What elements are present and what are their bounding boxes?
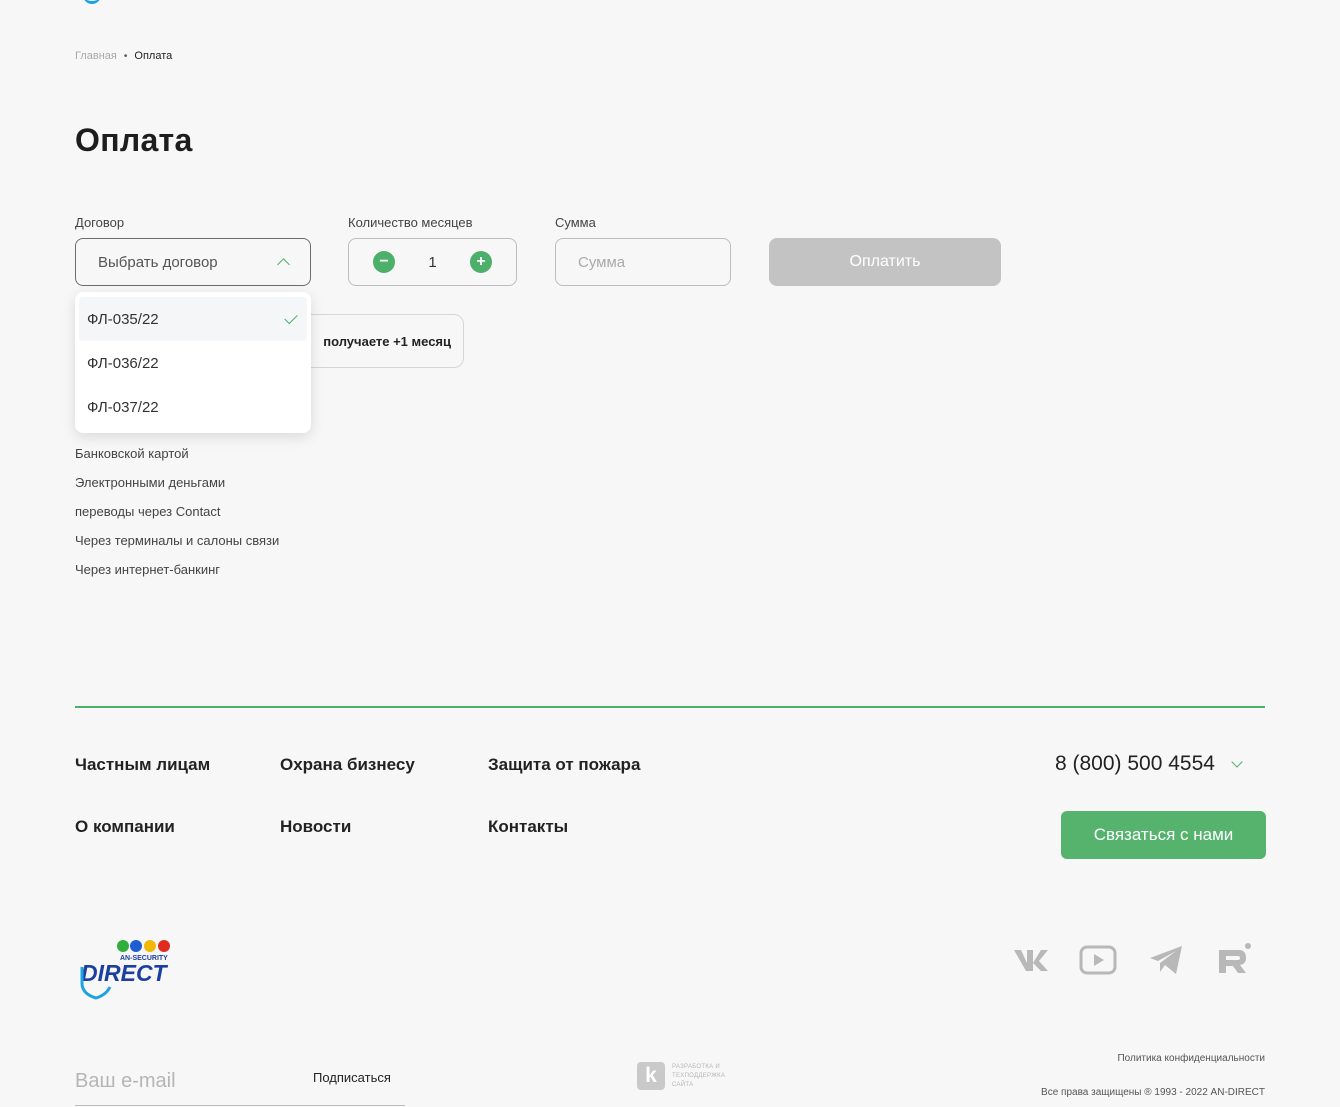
contact-us-button[interactable]: Связаться с нами — [1061, 811, 1266, 859]
rutube-icon[interactable] — [1215, 941, 1253, 979]
developer-text-line: САЙТА — [672, 1081, 694, 1088]
developer-text: РАЗРАБОТКА И ТЕХПОДДЕРЖКА САЙТА — [672, 1063, 736, 1090]
phone-number[interactable]: 8 (800) 500 4554 — [1055, 752, 1243, 776]
dropdown-option-label: ФЛ-035/22 — [87, 310, 159, 328]
pay-button[interactable]: Оплатить — [769, 238, 1001, 286]
dropdown-option[interactable]: ФЛ-036/22 — [79, 341, 307, 385]
dropdown-option[interactable]: ФЛ-035/22 — [79, 297, 307, 341]
copyright-text: Все права защищены ® 1993 - 2022 AN-DIRE… — [1041, 1087, 1265, 1098]
phone-number-text: 8 (800) 500 4554 — [1055, 752, 1215, 775]
telegram-icon[interactable] — [1147, 941, 1185, 979]
payment-method-item[interactable]: Электронными деньгами — [75, 473, 279, 502]
dropdown-option-label: ФЛ-036/22 — [87, 354, 159, 372]
sum-label: Сумма — [555, 215, 596, 230]
header-logo-fragment[interactable] — [83, 0, 101, 4]
developer-text-line: ТЕХПОДДЕРЖКА — [672, 1072, 726, 1079]
footer-nav-private[interactable]: Частным лицам — [75, 755, 210, 775]
footer-nav-about[interactable]: О компании — [75, 817, 175, 837]
payment-methods-list: Банковской картой Электронными деньгами … — [75, 444, 279, 589]
vk-icon[interactable] — [1011, 941, 1049, 979]
logo-main-text: DIRECT — [81, 960, 169, 986]
sum-input[interactable] — [555, 238, 731, 286]
footer-nav-business[interactable]: Охрана бизнесу — [280, 755, 415, 775]
an-security-direct-logo[interactable]: AN-SECURITY DIRECT — [78, 937, 174, 1001]
breadcrumb-separator: • — [123, 50, 128, 62]
footer-divider — [75, 706, 1265, 708]
dropdown-option[interactable]: ФЛ-037/22 — [79, 385, 307, 429]
check-icon — [284, 310, 298, 324]
contract-label: Договор — [75, 215, 125, 230]
chevron-up-icon — [277, 258, 290, 271]
subscribe-form: Подписаться — [75, 1058, 405, 1106]
contract-dropdown: ФЛ-035/22 ФЛ-036/22 ФЛ-037/22 — [75, 292, 311, 433]
page-title: Оплата — [75, 122, 193, 158]
breadcrumb: Главная • Оплата — [75, 50, 172, 62]
developer-badge[interactable]: k РАЗРАБОТКА И ТЕХПОДДЕРЖКА САЙТА — [637, 1062, 736, 1090]
months-label: Количество месяцев — [348, 215, 473, 230]
payment-method-item[interactable]: переводы через Contact — [75, 502, 279, 531]
months-value: 1 — [428, 253, 437, 271]
developer-text-line: РАЗРАБОТКА И — [672, 1063, 721, 1070]
dropdown-option-label: ФЛ-037/22 — [87, 398, 159, 416]
promo-text: получаете +1 месяц — [323, 333, 451, 349]
promo-banner: получаете +1 месяц — [290, 314, 464, 368]
footer-nav-contacts[interactable]: Контакты — [488, 817, 568, 837]
email-input[interactable] — [75, 1066, 295, 1096]
minus-button[interactable]: − — [373, 251, 395, 273]
breadcrumb-home[interactable]: Главная — [75, 50, 117, 62]
payment-method-item[interactable]: Через терминалы и салоны связи — [75, 531, 279, 560]
youtube-icon[interactable] — [1079, 941, 1117, 979]
payment-method-item[interactable]: Банковской картой — [75, 444, 279, 473]
subscribe-button[interactable]: Подписаться — [313, 1070, 391, 1085]
chevron-down-icon[interactable] — [1231, 756, 1243, 768]
breadcrumb-current: Оплата — [134, 50, 173, 62]
months-stepper: − 1 + — [348, 238, 517, 286]
payment-method-item[interactable]: Через интернет-банкинг — [75, 560, 279, 589]
contract-select-placeholder: Выбрать договор — [98, 253, 218, 271]
footer-nav-news[interactable]: Новости — [280, 817, 351, 837]
plus-button[interactable]: + — [470, 251, 492, 273]
contract-select[interactable]: Выбрать договор — [75, 238, 311, 286]
developer-logo-icon: k — [637, 1062, 665, 1090]
privacy-policy-link[interactable]: Политика конфиденциальности — [1117, 1053, 1265, 1064]
footer-nav-fire[interactable]: Защита от пожара — [488, 755, 640, 775]
